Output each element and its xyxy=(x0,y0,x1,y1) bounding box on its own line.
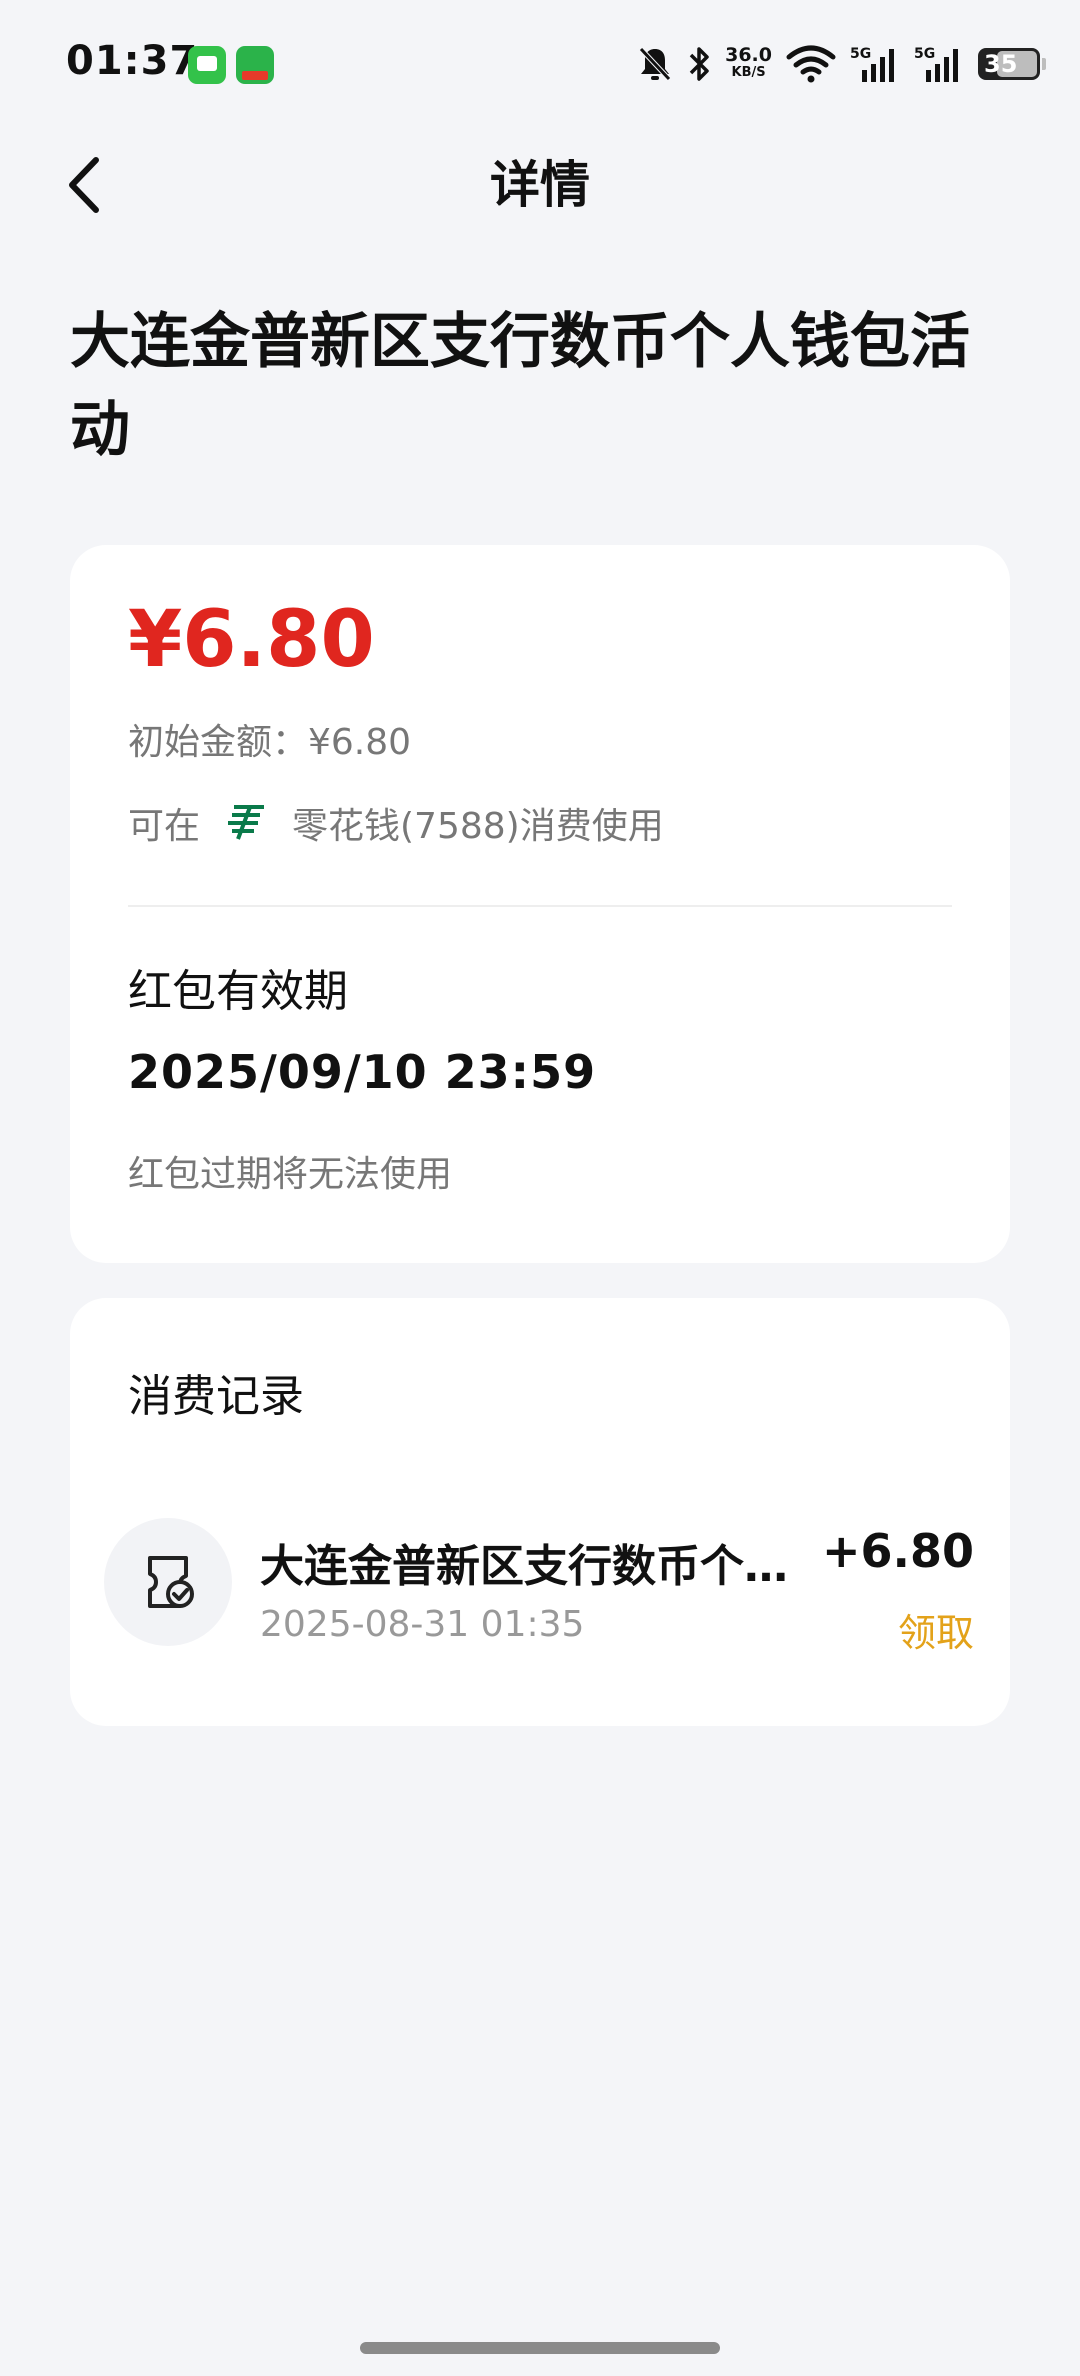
record-item[interactable]: 大连金普新区支行数币个人钱包活动 2025-08-31 01:35 +6.80 … xyxy=(70,1518,1010,1678)
status-icons: 36.0 KB/S 5G 5G 35 xyxy=(637,40,1046,88)
status-bar: 01:37 36.0 KB/S 5G 5G 35 xyxy=(0,0,1080,130)
wifi-icon xyxy=(786,45,836,83)
message-app-icon xyxy=(188,46,226,84)
activity-title: 大连金普新区支行数币个人钱包活动 xyxy=(70,307,970,465)
records-title: 消费记录 xyxy=(128,1371,304,1422)
mute-bell-icon xyxy=(639,47,671,81)
home-indicator[interactable] xyxy=(360,2342,720,2354)
svg-text:5G: 5G xyxy=(850,46,871,62)
validity-date: 2025/09/10 23:59 xyxy=(128,1045,597,1099)
signal-icon-2: 5G xyxy=(914,46,958,82)
bluetooth-icon xyxy=(689,47,709,81)
bank-logo-icon xyxy=(228,805,265,840)
red-packet-card: ¥6.80 初始金额：¥6.80 可在 零花钱(7588)消费使用 红包有效期 … xyxy=(70,545,1010,1263)
coupon-check-icon xyxy=(148,1556,194,1608)
battery-icon: 35 xyxy=(978,48,1046,80)
record-amount: +6.80 xyxy=(821,1524,974,1578)
signal-icon: 5G xyxy=(850,46,894,82)
validity-label: 红包有效期 xyxy=(128,966,348,1017)
usable-wallet: 零花钱(7588)消费使用 xyxy=(292,806,664,847)
page-title: 详情 xyxy=(490,156,590,214)
divider xyxy=(128,905,952,907)
initial-amount: 初始金额：¥6.80 xyxy=(128,722,412,763)
record-status: 领取 xyxy=(897,1611,974,1655)
validity-note: 红包过期将无法使用 xyxy=(128,1154,453,1195)
usable-prefix: 可在 xyxy=(128,806,201,847)
records-card: 消费记录 大连金普新区支行数币个人钱包活动 2025-08-31 01:35 +… xyxy=(70,1298,1010,1726)
record-name: 大连金普新区支行数币个人钱包活动 xyxy=(260,1541,820,1592)
net-speed: 36.0 KB/S xyxy=(725,44,772,81)
usable-wallet-row: 可在 零花钱(7588)消费使用 xyxy=(128,797,664,849)
record-time: 2025-08-31 01:35 xyxy=(260,1604,585,1645)
record-avatar xyxy=(104,1518,232,1646)
red-packet-amount: ¥6.80 xyxy=(128,595,375,685)
battery-level: 35 xyxy=(984,50,1018,78)
status-time: 01:37 xyxy=(66,38,199,84)
svg-text:5G: 5G xyxy=(914,46,935,62)
shopping-app-icon xyxy=(236,46,274,84)
